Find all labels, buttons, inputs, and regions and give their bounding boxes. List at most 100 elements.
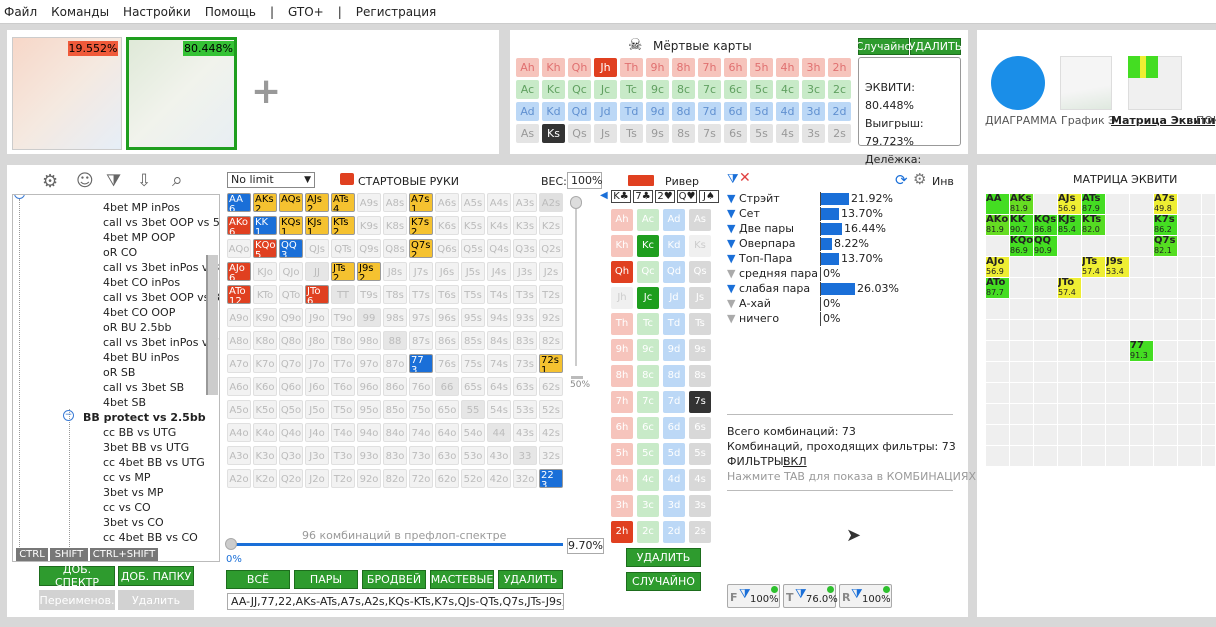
hand-cell[interactable]: J9s 2 (357, 262, 381, 281)
menu-gto[interactable]: GTO+ (288, 5, 324, 19)
tab-diagram[interactable]: ДИАГРАММА (985, 114, 1057, 127)
filter-name[interactable]: А-хай (739, 297, 771, 310)
hand-cell[interactable]: K3s (513, 216, 537, 235)
dead-card[interactable]: 3h (802, 58, 825, 77)
hand-cell[interactable]: J6s (435, 262, 459, 281)
dead-card[interactable]: 9c (646, 80, 669, 99)
hand-cell[interactable]: AQo (227, 239, 251, 258)
tree-item[interactable]: 4bet MP OOP (103, 231, 175, 244)
menu-commands[interactable]: Команды (51, 5, 109, 19)
hand-cell[interactable]: 54o (461, 423, 485, 442)
equity-cell[interactable]: AKo 81.9 (986, 215, 1009, 235)
dead-card[interactable]: Ac (516, 80, 539, 99)
filter-name[interactable]: Топ-Пара (739, 252, 792, 265)
dead-card[interactable]: 7h (698, 58, 721, 77)
hand-cell[interactable]: 85o (383, 400, 407, 419)
hand-cell[interactable]: 54s (487, 400, 511, 419)
suited-button[interactable]: МАСТЕВЫЕ (430, 570, 494, 589)
hand-cell[interactable]: J8o (305, 331, 329, 350)
hand-cell[interactable]: 96o (357, 377, 381, 396)
hand-cell[interactable]: KJs 1 (305, 216, 329, 235)
hand-cell[interactable]: A3s (513, 193, 537, 212)
hand-cell[interactable]: J7s (409, 262, 433, 281)
dead-card[interactable]: 7c (698, 80, 721, 99)
hand-cell[interactable]: K2o (253, 469, 277, 488)
runout-card[interactable]: 7c (637, 391, 659, 413)
hand-cell[interactable]: Q4o (279, 423, 303, 442)
hand-cell[interactable]: 87s (409, 331, 433, 350)
hand-cell[interactable]: 42o (487, 469, 511, 488)
hand-cell[interactable]: 43s (513, 423, 537, 442)
runout-card[interactable]: 6c (637, 417, 659, 439)
filter-icon[interactable]: ⧩ (727, 172, 739, 187)
hand-cell[interactable]: 77 3 (409, 354, 433, 373)
hand-cell[interactable]: 73s (513, 354, 537, 373)
hand-cell[interactable]: AJo 6 (227, 262, 251, 281)
hand-cell[interactable]: K8s (383, 216, 407, 235)
hand-cell[interactable]: 42s (539, 423, 563, 442)
hand-cell[interactable]: 82o (383, 469, 407, 488)
dead-card[interactable]: Qc (568, 80, 591, 99)
equity-cell[interactable]: A7s 49.8 (1154, 194, 1177, 214)
river-filter-button[interactable]: R ⧩ 100% (839, 584, 892, 608)
hand-cell[interactable]: QJs (305, 239, 329, 258)
hand-cell[interactable]: 95s (461, 308, 485, 327)
user-icon[interactable]: ☺ (76, 171, 94, 191)
dead-card[interactable]: 4c (776, 80, 799, 99)
hand-cell[interactable]: Q9s (357, 239, 381, 258)
hand-cell[interactable]: A7s 1 (409, 193, 433, 212)
filter-toggle-icon[interactable]: ▼ (727, 237, 735, 250)
hand-cell[interactable]: Q6o (279, 377, 303, 396)
runout-card[interactable]: 2h (611, 521, 633, 543)
tree-scrollbar[interactable] (208, 255, 218, 395)
hand-cell[interactable]: J4o (305, 423, 329, 442)
range-progress-handle[interactable] (225, 538, 237, 550)
hand-cell[interactable]: J3o (305, 446, 329, 465)
runout-card[interactable]: 6s (689, 417, 711, 439)
filters-state-value[interactable]: ВКЛ (783, 455, 807, 468)
runout-card[interactable]: 3c (637, 495, 659, 517)
runout-card[interactable]: 4h (611, 469, 633, 491)
runout-card[interactable]: Ks (689, 235, 711, 257)
hand-cell[interactable]: A5o (227, 400, 251, 419)
runout-card[interactable]: 3s (689, 495, 711, 517)
filter-toggle-icon[interactable]: ▼ (727, 297, 735, 310)
dead-card[interactable]: 9h (646, 58, 669, 77)
tree-item[interactable]: 4bet MP inPos (103, 201, 180, 214)
hand-cell[interactable]: ATs 4 (331, 193, 355, 212)
add-folder-button[interactable]: ДОБ. ПАПКУ (118, 566, 194, 586)
tree-item[interactable]: call vs 3bet inPos vs 8 (103, 261, 219, 274)
hand-cell[interactable]: 53o (461, 446, 485, 465)
clear-range-button[interactable]: УДАЛИТЬ (498, 570, 563, 589)
equity-cell[interactable]: AA (986, 194, 1009, 214)
hand-cell[interactable]: 33 (513, 446, 537, 465)
hand-cell[interactable]: T7s (409, 285, 433, 304)
hand-cell[interactable]: AJs 2 (305, 193, 329, 212)
tree-item[interactable]: 4bet SB (103, 396, 146, 409)
runout-card[interactable]: 8s (689, 365, 711, 387)
hand-cell[interactable]: 62o (435, 469, 459, 488)
runout-card[interactable]: Ad (663, 209, 685, 231)
dead-card[interactable]: Jd (594, 102, 617, 121)
hand-cell[interactable]: Q3o (279, 446, 303, 465)
hand-cell[interactable]: 97o (357, 354, 381, 373)
hand-cell[interactable]: T8o (331, 331, 355, 350)
hand-cell[interactable]: 64s (487, 377, 511, 396)
runout-random-button[interactable]: СЛУЧАЙНО (626, 572, 701, 591)
hand-cell[interactable]: 75s (461, 354, 485, 373)
runout-card[interactable]: Jc (637, 287, 659, 309)
hand-cell[interactable]: K7o (253, 354, 277, 373)
hand-cell[interactable]: T7o (331, 354, 355, 373)
hand-cell[interactable]: 86o (383, 377, 407, 396)
hand-cell[interactable]: 74o (409, 423, 433, 442)
hand-cell[interactable]: 72o (409, 469, 433, 488)
runout-card[interactable]: Tc (637, 313, 659, 335)
dead-card[interactable]: 6c (724, 80, 747, 99)
hand-cell[interactable]: 55 (461, 400, 485, 419)
dead-random-button[interactable]: Случайно (856, 38, 911, 55)
hand-cell[interactable]: K7s 2 (409, 216, 433, 235)
equity-cell[interactable]: J9s 53.4 (1106, 257, 1129, 277)
tree-item[interactable]: cc BB vs UTG (103, 426, 176, 439)
filter-name[interactable]: Стрэйт (739, 192, 780, 205)
dead-card[interactable]: Js (594, 124, 617, 143)
